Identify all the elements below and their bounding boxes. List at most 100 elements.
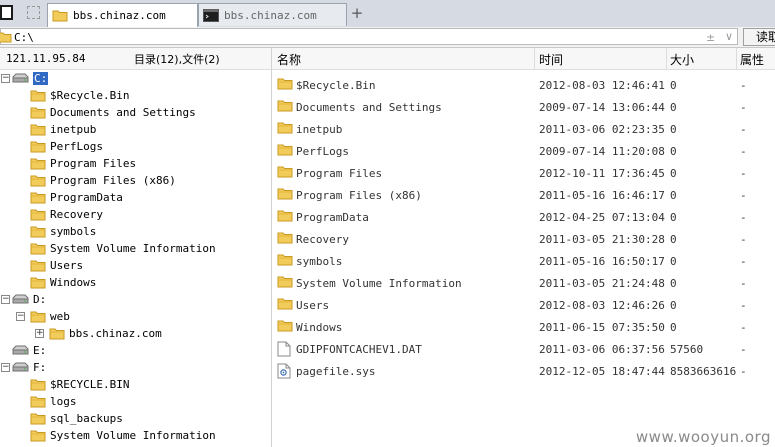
file-name: $Recycle.Bin <box>296 79 376 92</box>
column-attr[interactable]: 属性 <box>740 51 764 68</box>
tree-folder[interactable]: Program Files <box>30 155 136 172</box>
folder-icon-wrap <box>277 77 293 93</box>
folder-icon-wrap <box>277 143 293 159</box>
tree-folder[interactable]: Program Files (x86) <box>30 172 176 189</box>
tree-item-label: $RECYCLE.BIN <box>50 378 130 391</box>
file-attr: - <box>740 145 747 158</box>
collapse-toggle-icon[interactable]: − <box>1 363 10 372</box>
folder-icon <box>277 100 293 112</box>
plus-minus-icon[interactable]: ± <box>706 31 715 44</box>
file-time: 2012-12-05 18:47:44 <box>539 365 665 378</box>
tree-folder[interactable]: web <box>30 308 70 325</box>
file-attr: - <box>740 255 747 268</box>
tree-item-label: Program Files <box>50 157 137 170</box>
watermark: www.wooyun.org <box>635 428 771 446</box>
tree-folder[interactable]: inetpub <box>30 121 96 138</box>
tree-item-label: D: <box>33 293 47 306</box>
panel-toggle-icon[interactable] <box>0 5 13 20</box>
tree-folder[interactable]: ProgramData <box>30 189 123 206</box>
file-time: 2012-08-03 12:46:41 <box>539 79 665 92</box>
file-name: Program Files (x86) <box>296 189 422 202</box>
file-size: 8583663616 <box>670 365 737 378</box>
file-size: 0 <box>670 167 677 180</box>
file-size: 0 <box>670 299 677 312</box>
tree-folder[interactable]: Recovery <box>30 206 103 223</box>
table-row[interactable]: Program Files 2012-10-11 17:36:45 0 - <box>272 162 775 184</box>
column-name[interactable]: 名称 <box>277 51 301 68</box>
tree-folder[interactable]: PerfLogs <box>30 138 103 155</box>
file-name: Recovery <box>296 233 349 246</box>
tree-folder[interactable]: $RECYCLE.BIN <box>30 376 129 393</box>
collapse-toggle-icon[interactable]: − <box>1 74 10 83</box>
file-name: Windows <box>296 321 343 334</box>
tree-folder[interactable]: symbols <box>30 223 96 240</box>
tree-folder[interactable]: sql_backups <box>30 410 123 427</box>
tree-folder[interactable]: Documents and Settings <box>30 104 196 121</box>
folder-icon <box>0 32 12 43</box>
file-name: Users <box>296 299 330 312</box>
tree-folder[interactable]: System Volume Information <box>30 427 216 444</box>
tree-folder[interactable]: logs <box>30 393 77 410</box>
expand-toggle-icon[interactable]: + <box>35 329 44 338</box>
folder-icon <box>277 144 293 156</box>
tree-header: 121.11.95.84 目录(12),文件(2) <box>0 48 271 70</box>
tree-item-label: System Volume Information <box>50 429 216 442</box>
tree-item-label: inetpub <box>50 123 97 136</box>
file-size: 0 <box>670 79 677 92</box>
tab-bar: bbs.chinaz.com bbs.chinaz.com + <box>0 0 775 28</box>
table-row[interactable]: PerfLogs 2009-07-14 11:20:08 0 - <box>272 140 775 162</box>
drive-icon <box>12 345 29 355</box>
tree-drive[interactable]: E: <box>11 342 46 359</box>
table-row[interactable]: Recovery 2011-03-05 21:30:28 0 - <box>272 228 775 250</box>
file-attr: - <box>740 211 747 224</box>
tree-folder[interactable]: bbs.chinaz.com <box>49 325 162 342</box>
table-row[interactable]: inetpub 2011-03-06 02:23:35 0 - <box>272 118 775 140</box>
read-button[interactable]: 读取 <box>743 28 775 46</box>
file-name: Program Files <box>296 167 383 180</box>
tree-drive[interactable]: D: <box>11 291 46 308</box>
folder-icon <box>30 413 46 425</box>
tab-terminal[interactable]: bbs.chinaz.com <box>198 3 347 26</box>
file-time: 2011-06-15 07:35:50 <box>539 321 665 334</box>
table-row[interactable]: $Recycle.Bin 2012-08-03 12:46:41 0 - <box>272 74 775 96</box>
address-bar: C:\ ± ∨ 读取 <box>0 27 775 48</box>
path-input[interactable]: C:\ ± ∨ <box>0 28 738 45</box>
tree-folder[interactable]: System Volume Information <box>30 240 216 257</box>
file-time: 2011-03-06 06:37:56 <box>539 343 665 356</box>
tab-label: bbs.chinaz.com <box>73 9 166 22</box>
file-time: 2011-03-06 02:23:35 <box>539 123 665 136</box>
folder-icon <box>277 78 293 90</box>
file-attr: - <box>740 101 747 114</box>
folder-icon <box>277 122 293 134</box>
column-size[interactable]: 大小 <box>670 51 694 68</box>
table-row[interactable]: GDIPFONTCACHEV1.DAT 2011-03-06 06:37:56 57… <box>272 338 775 360</box>
tree-drive[interactable]: C: <box>11 70 49 87</box>
table-row[interactable]: Users 2012-08-03 12:46:26 0 - <box>272 294 775 316</box>
tree-folder[interactable]: $Recycle.Bin <box>30 87 129 104</box>
table-row[interactable]: ProgramData 2012-04-25 07:13:04 0 - <box>272 206 775 228</box>
table-row[interactable]: pagefile.sys 2012-12-05 18:47:44 858366361… <box>272 360 775 382</box>
collapse-toggle-icon[interactable]: − <box>16 312 25 321</box>
empty-tab-placeholder-icon[interactable] <box>27 6 40 19</box>
table-row[interactable]: Program Files (x86) 2011-05-16 16:46:17 0 - <box>272 184 775 206</box>
file-time: 2012-10-11 17:36:45 <box>539 167 665 180</box>
file-time: 2011-05-16 16:46:17 <box>539 189 665 202</box>
file-time: 2009-07-14 11:20:08 <box>539 145 665 158</box>
folder-icon <box>30 311 46 323</box>
chevron-down-icon[interactable]: ∨ <box>725 30 733 43</box>
folder-icon <box>30 124 46 136</box>
folder-icon <box>52 10 68 22</box>
new-tab-icon[interactable]: + <box>349 5 365 21</box>
folder-icon-wrap <box>277 187 293 203</box>
collapse-toggle-icon[interactable]: − <box>1 295 10 304</box>
tree-drive[interactable]: F: <box>11 359 46 376</box>
column-time[interactable]: 时间 <box>539 51 563 68</box>
tab-file-manager[interactable]: bbs.chinaz.com <box>47 3 198 27</box>
file-attr: - <box>740 277 747 290</box>
table-row[interactable]: System Volume Information 2011-03-05 21:2… <box>272 272 775 294</box>
tree-folder[interactable]: Users <box>30 257 83 274</box>
table-row[interactable]: Documents and Settings 2009-07-14 13:06:4… <box>272 96 775 118</box>
table-row[interactable]: symbols 2011-05-16 16:50:17 0 - <box>272 250 775 272</box>
tree-folder[interactable]: Windows <box>30 274 96 291</box>
table-row[interactable]: Windows 2011-06-15 07:35:50 0 - <box>272 316 775 338</box>
